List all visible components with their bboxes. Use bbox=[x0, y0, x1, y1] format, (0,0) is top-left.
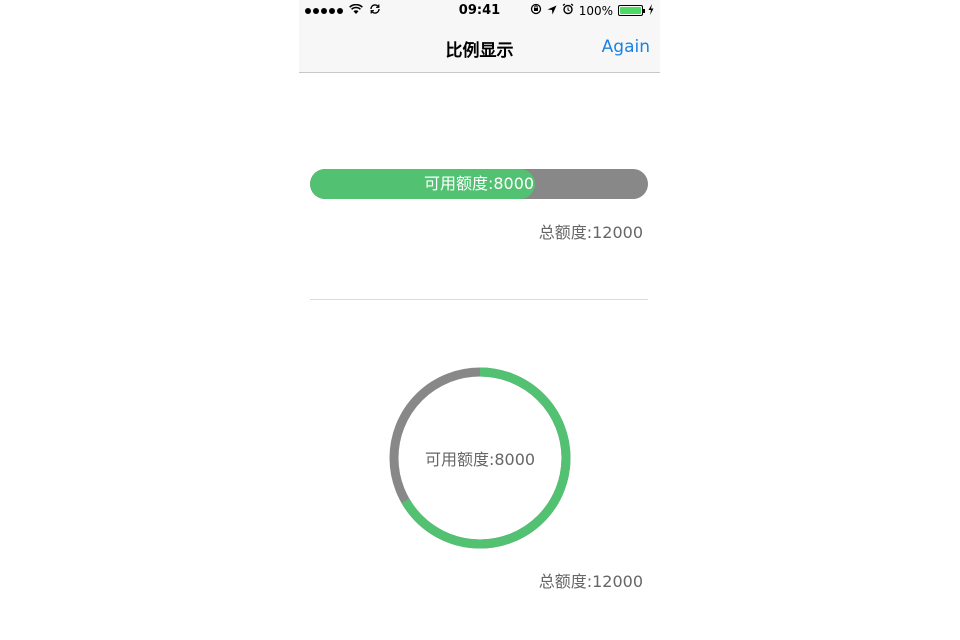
location-icon bbox=[547, 4, 557, 18]
rotation-lock-icon bbox=[530, 3, 542, 18]
ring-total-label: 总额度:12000 bbox=[538, 572, 643, 591]
charging-icon bbox=[648, 3, 654, 18]
progress-bar-label: 可用额度:8000 bbox=[423, 174, 535, 193]
battery-percent: 100% bbox=[578, 3, 613, 18]
battery-icon bbox=[618, 5, 645, 16]
ring-label: 可用额度:8000 bbox=[424, 450, 536, 469]
bar-total-label: 总额度:12000 bbox=[538, 223, 643, 242]
alarm-icon bbox=[562, 3, 574, 18]
again-button[interactable]: Again bbox=[602, 37, 650, 57]
status-right: 100% bbox=[530, 3, 654, 18]
phone-screen: 09:41 100% 比例显示 Again 可用额度:8000 总额度:1200… bbox=[299, 0, 660, 640]
navigation-bar: 比例显示 Again bbox=[299, 22, 660, 73]
available-progress-bar: 可用额度:8000 bbox=[310, 169, 648, 199]
available-ring-chart: 可用额度:8000 bbox=[389, 367, 571, 549]
status-bar: 09:41 100% bbox=[299, 0, 660, 22]
divider bbox=[310, 299, 648, 300]
